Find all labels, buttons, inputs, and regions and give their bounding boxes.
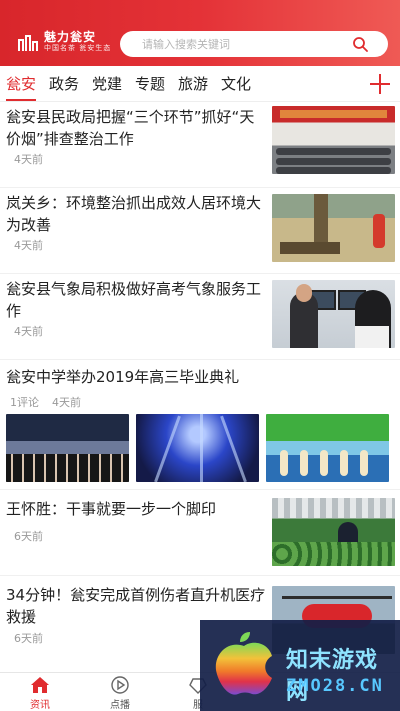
news-time: 4天前 (14, 239, 43, 252)
news-item[interactable]: 岚关乡：环境整治抓出成效人居环境大为改善 4天前 (0, 188, 400, 274)
news-time: 4天前 (52, 396, 81, 409)
news-thumbnail (6, 414, 129, 482)
news-title: 瓮安中学举办2019年高三毕业典礼 (6, 368, 240, 386)
news-time: 4天前 (14, 325, 43, 338)
tab-party[interactable]: 党建 (92, 73, 122, 95)
search-input[interactable] (142, 34, 342, 54)
tab-government[interactable]: 政务 (49, 73, 79, 95)
news-comments: 1评论 (10, 396, 39, 409)
logo-title: 魅力瓮安 (44, 30, 97, 44)
tab-topics[interactable]: 专题 (135, 73, 165, 95)
news-list: 瓮安县民政局把握“三个环节”抓好“天价烟”排查整治工作 4天前 岚关乡：环境整治… (0, 102, 400, 672)
news-thumbnail (272, 106, 395, 174)
nav-label: 资讯 (30, 700, 50, 711)
tab-travel[interactable]: 旅游 (178, 73, 208, 95)
news-title: 瓮安县民政局把握“三个环节”抓好“天价烟”排查整治工作 (6, 108, 255, 148)
tab-culture[interactable]: 文化 (221, 73, 251, 95)
search-box[interactable] (120, 31, 388, 57)
play-icon (111, 676, 129, 694)
app-logo[interactable]: 魅力瓮安 中国名茶 瓮安生态 (18, 31, 111, 52)
news-title: 岚关乡：环境整治抓出成效人居环境大为改善 (6, 194, 262, 234)
add-channel-plus-icon[interactable] (368, 72, 392, 96)
watermark-text: 知末游戏网 (286, 648, 379, 705)
news-thumbnail (272, 280, 395, 348)
news-title: 瓮安县气象局积极做好高考气象服务工作 (6, 280, 262, 320)
news-time: 6天前 (14, 530, 43, 543)
news-item[interactable]: 瓮安中学举办2019年高三毕业典礼 1评论 4天前 (0, 360, 400, 490)
logo-slogan: 中国名茶 瓮安生态 (44, 44, 112, 52)
news-time: 6天前 (14, 632, 43, 645)
news-item[interactable]: 瓮安县气象局积极做好高考气象服务工作 4天前 (0, 274, 400, 360)
nav-item-news[interactable]: 资讯 (10, 675, 70, 711)
nav-label: 点播 (110, 700, 130, 711)
nav-item-vod[interactable]: 点播 (90, 675, 150, 711)
news-thumbnail (272, 194, 395, 262)
news-item[interactable]: 王怀胜：干事就要一步一个脚印 6天前 (0, 490, 400, 576)
news-title: 王怀胜：干事就要一步一个脚印 (6, 500, 217, 518)
status-bar-ghost (30, 6, 380, 20)
logo-mark-icon (18, 33, 40, 51)
site-watermark: 知末游戏网 ZMO28.CN (200, 620, 400, 711)
apple-logo-icon (215, 632, 272, 695)
news-time: 4天前 (14, 153, 43, 166)
search-icon[interactable] (352, 36, 368, 52)
home-icon (31, 677, 49, 693)
watermark-url: ZMO28.CN (286, 676, 384, 696)
app-header: 魅力瓮安 中国名茶 瓮安生态 (0, 0, 400, 66)
news-item[interactable]: 瓮安县民政局把握“三个环节”抓好“天价烟”排查整治工作 4天前 (0, 102, 400, 188)
category-tabs: 瓮安 政务 党建 专题 旅游 文化 (0, 66, 400, 102)
news-thumbnail (266, 414, 389, 482)
news-thumbnail (136, 414, 259, 482)
tab-wengan[interactable]: 瓮安 (6, 73, 37, 101)
news-thumbnail (272, 498, 395, 566)
